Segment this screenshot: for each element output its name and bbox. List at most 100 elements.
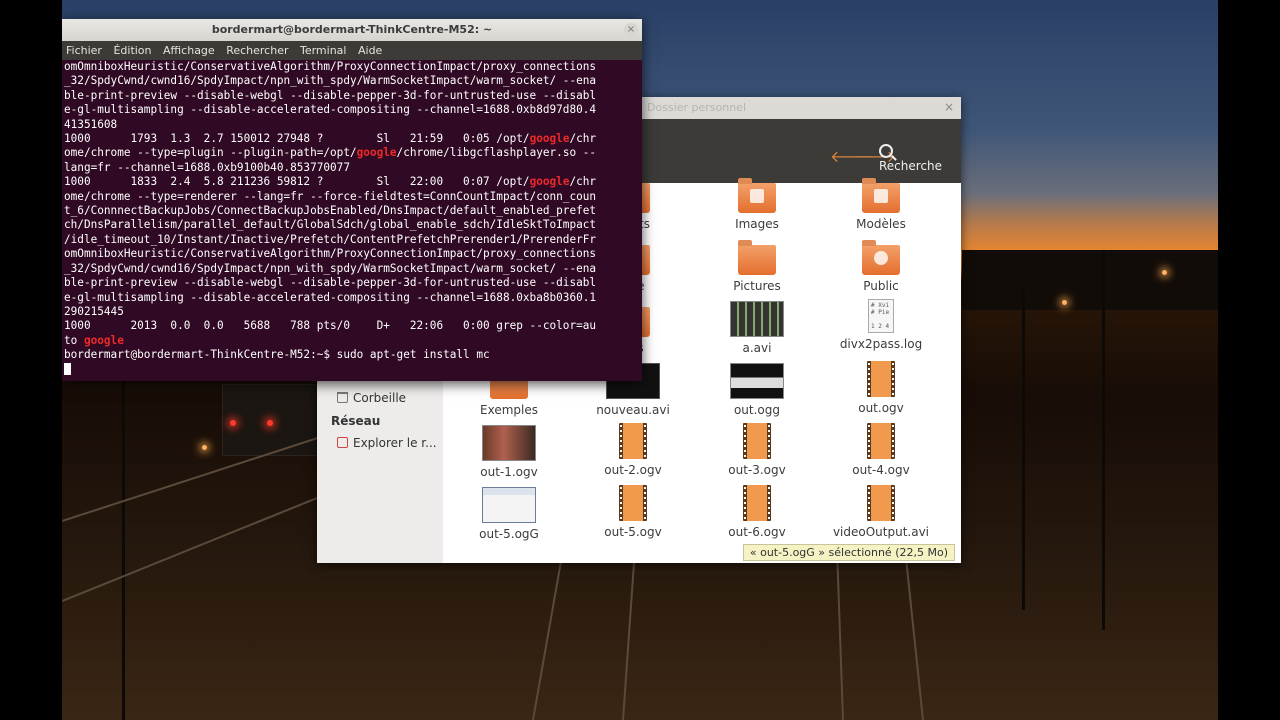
terminal-line: _32/SpdyCwnd/cwnd16/SpdyImpact/npn_with_… — [64, 74, 597, 88]
sidebar-item-label: Explorer le r... — [353, 436, 437, 450]
file-item-modeles[interactable]: Modèles — [821, 178, 941, 231]
terminal-line: ch/DnsParallelism/parallel_default/Globa… — [64, 218, 597, 232]
terminal-line: ome/chrome --type=renderer --lang=fr --f… — [64, 189, 597, 203]
file-name: out-5.ogv — [604, 525, 662, 539]
terminal-line: ble-print-preview --disable-webgl --disa… — [64, 88, 597, 102]
terminal-line: 290215445 — [64, 304, 124, 318]
file-name: out-2.ogv — [604, 463, 662, 477]
terminal-line: 41351608 — [64, 117, 118, 131]
file-item-out-4-ogv[interactable]: out-4.ogv — [821, 423, 941, 477]
terminal-line: omOmniboxHeuristic/ConservativeAlgorithm… — [64, 60, 597, 73]
wallpaper-pole — [1102, 250, 1105, 630]
menu-terminal[interactable]: Terminal — [300, 44, 347, 57]
file-item-out-3-ogv[interactable]: out-3.ogv — [697, 423, 817, 477]
terminal-line: e-gl-multisampling --disable-accelerated… — [64, 290, 597, 304]
file-name: Images — [735, 217, 779, 231]
file-item-divx2pass-log[interactable]: # Xvi # Pie 1 2 4 divx2pass.log — [821, 299, 941, 351]
wallpaper-lamp — [1062, 300, 1067, 305]
wallpaper-building — [962, 250, 1218, 310]
wallpaper-track — [622, 540, 637, 720]
wallpaper-lamp — [1162, 270, 1167, 275]
terminal-line: ome/chrome --type=plugin --plugin-path=/… — [64, 146, 597, 160]
file-item-out-5-ogv[interactable]: out-5.ogv — [573, 485, 693, 539]
folder-icon — [862, 240, 900, 275]
file-name: out.ogv — [858, 401, 904, 415]
file-name: videoOutput.avi — [832, 525, 930, 539]
terminal-line: lang=fr --channel=1688.0xb9100b40.853770… — [64, 160, 350, 174]
file-name: out.ogg — [733, 403, 781, 417]
terminal-titlebar[interactable]: bordermart@bordermart-ThinkCentre-M52: ~ — [62, 19, 642, 41]
file-name: out-6.ogv — [728, 525, 786, 539]
wallpaper-pole — [1022, 290, 1025, 610]
wallpaper-train-light — [267, 420, 273, 426]
terminal-window[interactable]: bordermart@bordermart-ThinkCentre-M52: ~… — [62, 19, 642, 381]
file-name: out-3.ogv — [728, 463, 786, 477]
terminal-line: 1000 2013 0.0 0.0 5688 788 pts/0 D+ 22:0… — [64, 319, 597, 333]
video-file-icon — [743, 485, 771, 521]
terminal-line: /idle_timeout_10/Instant/Inactive/Prefet… — [64, 232, 597, 246]
file-name: a.avi — [742, 341, 772, 355]
file-name: out-5.ogG — [479, 527, 539, 541]
file-item-out-ogv[interactable]: out.ogv — [821, 361, 941, 415]
menu-rechercher[interactable]: Rechercher — [226, 44, 288, 57]
folder-icon — [862, 178, 900, 213]
file-item-out-2-ogv[interactable]: out-2.ogv — [573, 423, 693, 477]
file-item-videooutput-avi[interactable]: videoOutput.avi — [821, 485, 941, 539]
video-file-icon — [619, 423, 647, 459]
wallpaper-track — [903, 540, 924, 720]
file-item-out-5-ogg-selected[interactable]: out-5.ogG — [449, 487, 569, 541]
terminal-line: ble-print-preview --disable-webgl --disa… — [64, 276, 597, 290]
terminal-cursor — [64, 362, 71, 375]
video-file-icon — [619, 485, 647, 521]
terminal-line: t_6/ConnnectBackupJobs/ConnectBackupJobs… — [64, 204, 597, 218]
file-name: divx2pass.log — [839, 337, 923, 351]
search-button[interactable]: Recherche — [879, 144, 961, 173]
wallpaper-lamp — [202, 445, 207, 450]
file-name: nouveau.avi — [596, 403, 670, 417]
file-item-pictures[interactable]: Pictures — [697, 240, 817, 293]
file-name: out-4.ogv — [852, 463, 910, 477]
image-emblem-icon — [750, 189, 764, 203]
terminal-line: 1000 1833 2.4 5.8 211236 59812 ? Sl 22:0… — [64, 175, 597, 189]
video-thumbnail — [482, 487, 536, 523]
sidebar-item-network[interactable]: Explorer le r... — [337, 436, 437, 450]
sidebar-item-label: Corbeille — [353, 391, 407, 405]
file-item-out-6-ogv[interactable]: out-6.ogv — [697, 485, 817, 539]
menu-edition[interactable]: Édition — [113, 44, 151, 57]
video-file-icon — [867, 423, 895, 459]
terminal-line: _32/SpdyCwnd/cwnd16/SpdyImpact/npn_with_… — [64, 261, 597, 275]
video-thumbnail — [730, 363, 784, 399]
video-file-icon — [867, 361, 895, 397]
file-name: Public — [863, 279, 899, 293]
terminal-line: bordermart@bordermart-ThinkCentre-M52:~$… — [64, 348, 490, 362]
terminal-line: omOmniboxHeuristic/ConservativeAlgorithm… — [64, 247, 597, 261]
wallpaper-track — [835, 540, 844, 720]
menu-aide[interactable]: Aide — [358, 44, 382, 57]
file-name: Modèles — [856, 217, 906, 231]
file-item-public[interactable]: Public — [821, 240, 941, 293]
folder-icon — [738, 240, 776, 275]
close-icon[interactable]: × — [943, 101, 955, 113]
video-thumbnail — [730, 301, 784, 337]
search-icon — [879, 144, 893, 158]
video-file-icon — [867, 485, 895, 521]
wallpaper-train-light — [230, 420, 236, 426]
terminal-line: 1000 1793 1.3 2.7 150012 27948 ? Sl 21:5… — [64, 132, 597, 146]
menu-affichage[interactable]: Affichage — [163, 44, 215, 57]
close-icon[interactable]: × — [624, 23, 638, 37]
person-emblem-icon — [874, 251, 888, 265]
menu-fichier[interactable]: Fichier — [66, 44, 102, 57]
file-item-out-1-ogv[interactable]: out-1.ogv — [449, 425, 569, 479]
file-item-images[interactable]: Images — [697, 178, 817, 231]
terminal-menubar: Fichier Édition Affichage Rechercher Ter… — [62, 41, 642, 60]
video-thumbnail — [482, 425, 536, 461]
file-name: Pictures — [733, 279, 781, 293]
terminal-line: to google — [64, 333, 124, 347]
terminal-line: e-gl-multisampling --disable-accelerated… — [64, 103, 597, 117]
wallpaper-pole — [122, 380, 125, 720]
sidebar-item-trash[interactable]: Corbeille — [337, 391, 406, 405]
file-item-out-ogg[interactable]: out.ogg — [697, 363, 817, 417]
file-item-a-avi[interactable]: a.avi — [697, 301, 817, 355]
trash-icon — [337, 392, 348, 403]
terminal-output[interactable]: omOmniboxHeuristic/ConservativeAlgorithm… — [64, 60, 642, 380]
